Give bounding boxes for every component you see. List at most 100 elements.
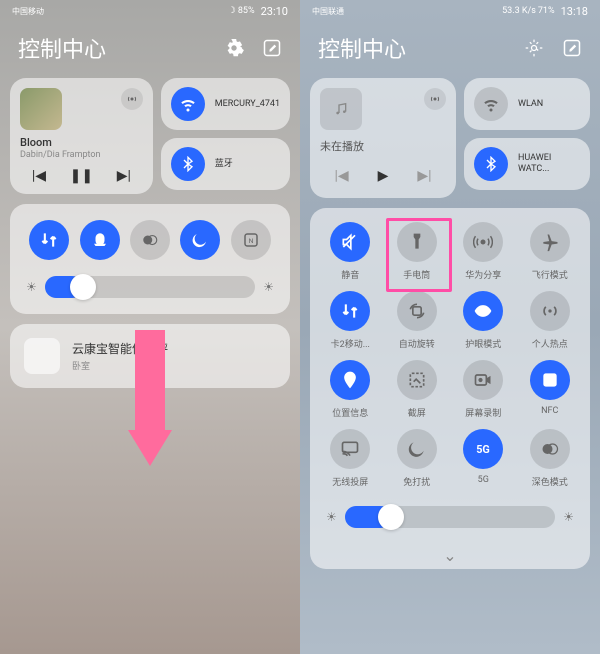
toggle-data-swap[interactable]: 卡2移动... [320,291,381,350]
album-art [20,88,62,130]
header: 控制中心 [300,22,600,78]
wifi-card[interactable]: WLAN [464,78,590,130]
toggle-label: 华为分享 [465,268,501,281]
screenshot-icon [397,360,437,400]
dark-icon [530,429,570,469]
toggle-dark[interactable]: 深色模式 [520,429,581,488]
status-bar: 中国联通 53.3 K/s 71% 13:18 [300,0,600,22]
toggle-hotspot[interactable]: 个人热点 [520,291,581,350]
prev-button[interactable]: |◀ [334,168,348,184]
wifi-card[interactable]: MERCURY_4741 [161,78,290,130]
wifi-label: WLAN [518,99,543,110]
wifi-label: MERCURY_4741 [215,99,280,110]
toggle-share[interactable]: 华为分享 [453,222,514,281]
bluetooth-icon [171,147,205,181]
nfc-toggle[interactable]: N [231,220,271,260]
cast-icon [330,429,370,469]
bluetooth-card[interactable]: HUAWEI WATC... [464,138,590,190]
expand-chevron-icon[interactable]: ⌄ [310,542,590,569]
toggle-label: 屏幕录制 [465,406,501,419]
brightness-slider[interactable]: ☀ ☀ [24,276,276,298]
toggle-label: 飞行模式 [532,268,568,281]
toggle-record[interactable]: 屏幕录制 [453,360,514,419]
pause-button[interactable]: ❚❚ [70,168,93,184]
data-swap-icon [330,291,370,331]
toggle-label: 截屏 [408,406,426,419]
bluetooth-icon [474,147,508,181]
music-card[interactable]: Bloom Dabin/Dia Frampton |◀ ❚❚ ▶| [10,78,153,194]
toggle-mute[interactable]: 静音 [320,222,381,281]
toggle-label: 护眼模式 [465,337,501,350]
toggle-label: 5G [478,475,489,485]
toggle-rotate[interactable]: 自动旋转 [387,291,448,350]
edit-icon[interactable] [262,38,282,58]
header: 控制中心 [0,22,300,78]
svg-text:5G: 5G [476,443,490,456]
toggle-eye[interactable]: 护眼模式 [453,291,514,350]
brightness-slider[interactable]: ☀ ☀ [310,502,590,542]
next-button[interactable]: ▶| [417,168,431,184]
audio-output-icon[interactable] [121,88,143,110]
phone-left: 中国移动 ☽ 85% 23:10 控制中心 Bloom Dabin/Dia Fr… [0,0,300,654]
play-button[interactable]: ▶ [378,168,389,184]
dnd-icon [397,429,437,469]
audio-output-icon[interactable] [424,88,446,110]
record-icon [463,360,503,400]
battery-percent: 85% [238,6,255,16]
toggle-label: 卡2移动... [331,337,370,350]
flashlight-icon [397,222,437,262]
carrier-1: 中国移动 [12,6,44,17]
prev-button[interactable]: |◀ [32,168,46,184]
rotate-icon [397,291,437,331]
brightness-high-icon: ☀ [263,280,274,294]
next-button[interactable]: ▶| [117,168,131,184]
toggle-label: 免打扰 [403,475,430,488]
battery-percent: 71% [538,6,555,16]
dnd-toggle[interactable] [180,220,220,260]
brightness-low-icon: ☀ [26,280,37,294]
hotspot-icon [530,291,570,331]
svg-text:N: N [547,376,553,386]
music-card[interactable]: 未在播放 |◀ ▶ ▶| [310,78,456,198]
settings-icon[interactable] [524,38,544,58]
edit-icon[interactable] [562,38,582,58]
brightness-low-icon: ☀ [326,510,337,524]
toggle-label: 个人热点 [532,337,568,350]
toggle-label: NFC [541,406,558,416]
toggle-location[interactable]: 位置信息 [320,360,381,419]
toggle-5g[interactable]: 5G 5G [453,429,514,488]
bluetooth-label: HUAWEI WATC... [518,153,580,175]
smart-device-card[interactable]: 云康宝智能体脂秤 卧室 [10,324,290,388]
toggles-card: N ☀ ☀ [10,204,290,314]
toggle-label: 深色模式 [532,475,568,488]
page-title: 控制中心 [318,32,406,64]
location-icon [330,360,370,400]
brightness-high-icon: ☀ [563,510,574,524]
eye-icon [463,291,503,331]
music-artist: Dabin/Dia Frampton [20,150,143,160]
data-swap-toggle[interactable] [29,220,69,260]
toggle-nfc[interactable]: N NFC [520,360,581,419]
wifi-icon [474,87,508,121]
toggle-label: 手电筒 [403,268,430,281]
bluetooth-card[interactable]: 蓝牙 [161,138,290,190]
dark-mode-toggle[interactable] [130,220,170,260]
toggle-screenshot[interactable]: 截屏 [387,360,448,419]
toggle-flashlight[interactable]: 手电筒 [387,222,448,281]
bluetooth-label: 蓝牙 [215,159,233,170]
settings-icon[interactable] [224,38,244,58]
status-bar: 中国移动 ☽ 85% 23:10 [0,0,300,22]
toggle-airplane[interactable]: 飞行模式 [520,222,581,281]
toggle-dnd[interactable]: 免打扰 [387,429,448,488]
toggle-cast[interactable]: 无线投屏 [320,429,381,488]
nfc-icon: N [530,360,570,400]
toggle-label: 无线投屏 [332,475,368,488]
moon-icon: ☽ [228,6,236,16]
wifi-icon [171,87,205,121]
music-title: 未在播放 [320,138,446,154]
album-art-empty [320,88,362,130]
time: 23:10 [261,5,288,18]
sound-toggle[interactable] [80,220,120,260]
share-icon [463,222,503,262]
time: 13:18 [561,5,588,18]
